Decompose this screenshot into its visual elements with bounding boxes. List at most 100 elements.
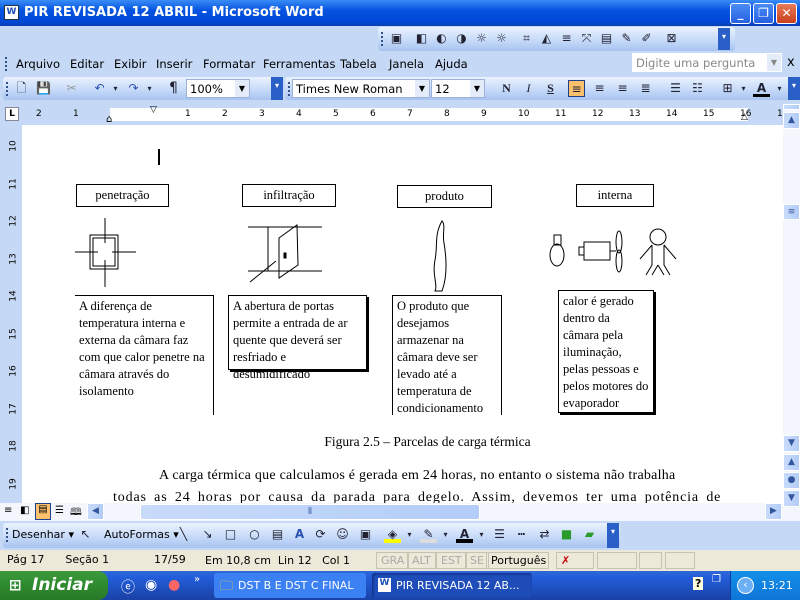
menu-ferramentas[interactable]: Ferramentas — [263, 57, 335, 71]
horizontal-ruler[interactable]: L 211234567891011121314151617 ⌂ ▽ △ — [0, 104, 788, 125]
print-layout-icon[interactable]: ▤ — [35, 503, 51, 520]
crop-icon[interactable]: ⌗ — [518, 30, 535, 47]
align-center-button[interactable]: ≡ — [591, 80, 608, 97]
task-dst-folder[interactable]: 🗀 DST B E DST C FINAL — [214, 573, 366, 598]
status-rec[interactable]: GRA — [376, 552, 410, 569]
menu-ajuda[interactable]: Ajuda — [435, 57, 468, 71]
align-right-button[interactable]: ≡ — [614, 80, 631, 97]
chevron-down-icon[interactable]: ▼ — [235, 80, 249, 97]
document-page[interactable]: penetração infiltração produto interna A… — [22, 125, 783, 503]
toolbar-grip[interactable] — [381, 32, 384, 46]
new-document-icon[interactable]: 🗋 — [13, 80, 30, 97]
cut-icon[interactable]: ✂ — [63, 80, 80, 97]
select-browse-object-button[interactable]: ● — [783, 472, 800, 489]
right-indent-marker[interactable]: △ — [741, 112, 748, 122]
dash-style-icon[interactable]: ┅ — [513, 526, 530, 543]
line-style-icon[interactable]: ≡ — [558, 30, 575, 47]
set-transparent-icon[interactable]: ✐ — [638, 30, 655, 47]
quicklaunch-media-icon[interactable]: ◉ — [145, 577, 157, 593]
more-brightness-icon[interactable]: ☼ — [473, 30, 490, 47]
undo-icon[interactable]: ↶ — [91, 80, 108, 97]
split-handle[interactable] — [783, 104, 800, 110]
line-style-icon[interactable]: ☰ — [491, 526, 508, 543]
start-button[interactable]: ⊞ Iniciar — [0, 571, 108, 600]
line-color-dropdown-icon[interactable]: ▾ — [437, 526, 454, 543]
bullets-icon[interactable]: ☷ — [689, 80, 706, 97]
toolbar-options-icon[interactable]: ▾ — [271, 77, 283, 100]
menu-formatar[interactable]: Formatar — [203, 57, 255, 71]
zoom-select[interactable]: 100% ▼ — [186, 79, 250, 98]
diagram-icon[interactable]: ⟳ — [312, 526, 329, 543]
font-color-dropdown-icon[interactable]: ▾ — [473, 526, 490, 543]
reset-picture-icon[interactable]: ⊠ — [663, 30, 680, 47]
outline-view-icon[interactable]: ☰ — [55, 505, 64, 516]
close-button[interactable]: ✕ — [776, 3, 797, 24]
reading-layout-icon[interactable]: 🕮 — [70, 505, 82, 522]
draw-menu-button[interactable]: Desenhar ▾ — [12, 528, 74, 541]
menu-janela[interactable]: Janela — [389, 57, 424, 71]
toolbar-options-icon[interactable]: ▾ — [788, 77, 800, 100]
format-picture-icon[interactable]: ✎ — [618, 30, 635, 47]
fill-color-icon[interactable]: ◈ — [384, 526, 401, 543]
undo-dropdown-icon[interactable]: ▾ — [107, 80, 124, 97]
quicklaunch-ie-icon[interactable]: ⓔ — [121, 577, 135, 597]
task-word-document[interactable]: W PIR REVISADA 12 AB... — [372, 573, 532, 598]
justify-button[interactable]: ≣ — [637, 80, 654, 97]
more-contrast-icon[interactable]: ◐ — [433, 30, 450, 47]
oval-icon[interactable]: ○ — [246, 526, 263, 543]
select-objects-icon[interactable]: ↖ — [77, 526, 94, 543]
chevron-down-icon[interactable]: ▼ — [415, 80, 429, 97]
insert-picture-icon[interactable]: ▣ — [388, 30, 405, 47]
tab-selector[interactable]: L — [5, 107, 19, 121]
rectangle-icon[interactable]: □ — [222, 526, 239, 543]
left-indent-marker[interactable]: ⌂ — [106, 114, 112, 125]
color-icon[interactable]: ◧ — [413, 30, 430, 47]
normal-view-icon[interactable]: ≡ — [4, 505, 12, 516]
menu-exibir[interactable]: Exibir — [114, 57, 147, 71]
status-language[interactable]: Português ( — [486, 552, 549, 569]
font-color-icon[interactable]: A — [753, 80, 770, 97]
minimize-button[interactable]: _ — [730, 3, 751, 24]
bold-button[interactable]: N — [498, 80, 515, 97]
spelling-status-icon[interactable]: ✗ — [556, 552, 594, 569]
wordart-icon[interactable]: A — [291, 526, 308, 543]
next-page-button[interactable]: ▼ — [783, 490, 800, 507]
restore-tray-icon[interactable]: ❐ — [712, 574, 721, 585]
underline-button[interactable]: S — [542, 80, 559, 97]
status-trk[interactable]: ALT — [407, 552, 436, 569]
close-document-button[interactable]: x — [787, 55, 795, 70]
clip-art-icon[interactable]: ☺ — [334, 526, 351, 543]
autoshapes-menu-button[interactable]: AutoFormas ▾ — [104, 528, 179, 541]
toolbar-grip[interactable] — [6, 528, 9, 542]
numbering-icon[interactable]: ☰ — [667, 80, 684, 97]
shadow-style-icon[interactable]: ■ — [558, 526, 575, 543]
font-color-dropdown-icon[interactable]: ▾ — [771, 80, 788, 97]
font-color-icon[interactable]: A — [456, 526, 473, 543]
save-icon[interactable]: 💾 — [35, 80, 52, 97]
toolbar-grip[interactable] — [288, 82, 291, 96]
align-left-button[interactable]: ≡ — [568, 80, 585, 97]
arrow-icon[interactable]: ↘ — [199, 526, 216, 543]
help-question-input[interactable]: Digite uma pergunta ▼ — [632, 53, 782, 72]
less-brightness-icon[interactable]: ☼ — [493, 30, 510, 47]
show-formatting-button[interactable]: ¶ — [165, 80, 182, 97]
menu-tabela[interactable]: Tabela — [340, 57, 377, 71]
line-icon[interactable]: ╲ — [175, 526, 192, 543]
borders-icon[interactable]: ⊞ — [719, 80, 736, 97]
chevron-down-icon[interactable]: ▼ — [470, 80, 484, 97]
borders-dropdown-icon[interactable]: ▾ — [735, 80, 752, 97]
status-ext[interactable]: EST — [436, 552, 467, 569]
menu-editar[interactable]: Editar — [70, 57, 104, 71]
scroll-right-button[interactable]: ▶ — [765, 503, 782, 520]
scroll-up-button[interactable]: ▲ — [783, 112, 800, 129]
redo-dropdown-icon[interactable]: ▾ — [141, 80, 158, 97]
quicklaunch-more[interactable]: » — [194, 574, 200, 585]
rotate-icon[interactable]: ◭ — [538, 30, 555, 47]
arrow-style-icon[interactable]: ⇄ — [536, 526, 553, 543]
fill-color-dropdown-icon[interactable]: ▾ — [401, 526, 418, 543]
scroll-down-button[interactable]: ▼ — [783, 435, 800, 452]
3d-style-icon[interactable]: ▰ — [581, 526, 598, 543]
show-hidden-icons-button[interactable]: ‹ — [737, 577, 754, 594]
menu-arquivo[interactable]: Arquivo — [16, 57, 60, 71]
scroll-thumb[interactable]: ≡ — [783, 204, 800, 220]
